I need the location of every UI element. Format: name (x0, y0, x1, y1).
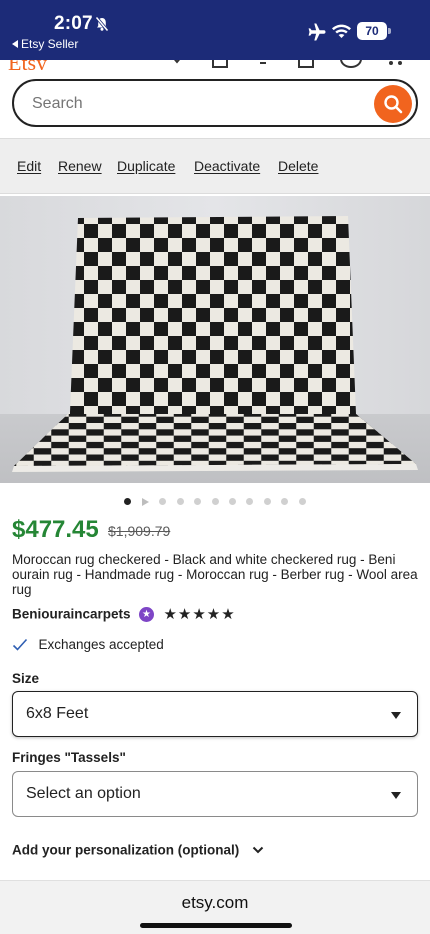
battery-icon: 70 (357, 22, 391, 40)
shop-info-row: Beniouraincarpets ★ ★★★★ (12, 605, 236, 623)
exchange-text: Exchanges accepted (38, 637, 164, 653)
size-select[interactable]: 6x8 Feet (12, 691, 418, 737)
listing-image[interactable] (0, 196, 430, 483)
browser-url-bar[interactable]: etsy.com (0, 880, 430, 934)
carousel-dot[interactable] (298, 498, 306, 506)
star-seller-badge-icon (139, 606, 154, 622)
listing-title: Moroccan rug checkered - Black and white… (12, 552, 418, 597)
image-carousel-indicator[interactable] (0, 493, 430, 506)
original-price: $1,909.79 (108, 523, 171, 539)
personalization-label: Add your personalization (optional) (12, 842, 240, 858)
carousel-dot[interactable] (228, 498, 236, 506)
size-label: Size (12, 671, 40, 686)
site-header: Etsy (0, 60, 430, 70)
battery-level: 70 (357, 22, 387, 40)
gift-icon[interactable] (298, 60, 314, 68)
edit-link[interactable]: Edit (17, 158, 41, 174)
avatar[interactable] (340, 60, 362, 68)
home-indicator[interactable] (140, 923, 292, 928)
cart-icon[interactable] (385, 60, 405, 68)
delete-link[interactable]: Delete (278, 158, 318, 174)
carousel-dot[interactable] (281, 498, 289, 506)
shop-name-link[interactable]: Beniouraincarpets (12, 607, 131, 622)
search-button[interactable] (374, 85, 412, 123)
listing-actions-bar: Edit Renew Duplicate Deactivate Delete (0, 138, 430, 194)
carousel-dot[interactable] (263, 498, 271, 506)
exchange-policy: Exchanges accepted (12, 636, 164, 652)
carousel-dot[interactable] (159, 498, 167, 506)
carousel-dot-active[interactable] (124, 498, 132, 506)
search-input[interactable] (32, 93, 352, 115)
deactivate-link[interactable]: Deactivate (194, 158, 260, 174)
video-play-icon[interactable] (141, 497, 149, 506)
carousel-dot[interactable] (211, 498, 219, 506)
carousel-dot[interactable] (194, 498, 202, 506)
battery-cap (388, 28, 391, 34)
sale-price: $477.45 (12, 516, 99, 543)
caret-down-icon (391, 712, 401, 719)
status-time: 2:07 (54, 13, 93, 34)
back-to-app-link[interactable]: Etsy Seller (12, 37, 78, 51)
back-app-label: Etsy Seller (21, 37, 79, 51)
search-icon (384, 95, 403, 114)
wifi-icon (332, 24, 351, 38)
fringes-select[interactable]: Select an option (12, 771, 418, 817)
chevron-down-icon (252, 846, 263, 854)
rating-stars[interactable]: ★★★★★ (163, 605, 235, 623)
carousel-dot[interactable] (176, 498, 184, 506)
bell-muted-icon (95, 16, 109, 32)
favorites-icon[interactable] (212, 60, 228, 68)
duplicate-link[interactable]: Duplicate (117, 158, 175, 174)
caret-down-icon (391, 792, 401, 799)
categories-chevron-icon[interactable] (170, 60, 184, 66)
back-arrow-icon (12, 40, 18, 48)
personalization-toggle[interactable]: Add your personalization (optional) (12, 841, 264, 859)
fringes-selected-value: Select an option (26, 785, 141, 802)
size-selected-value: 6x8 Feet (26, 705, 89, 722)
airplane-mode-icon (308, 23, 326, 41)
renew-link[interactable]: Renew (58, 158, 102, 174)
search-bar (12, 79, 418, 127)
check-icon (12, 638, 28, 651)
rug-photo (0, 196, 430, 483)
fringes-label: Fringes "Tassels" (12, 750, 126, 765)
etsy-logo[interactable]: Etsy (8, 60, 47, 70)
status-bar: 2:07 Etsy Seller 70 (0, 0, 430, 60)
carousel-dot[interactable] (246, 498, 254, 506)
url-text: etsy.com (181, 893, 249, 912)
notifications-icon[interactable] (254, 60, 272, 68)
